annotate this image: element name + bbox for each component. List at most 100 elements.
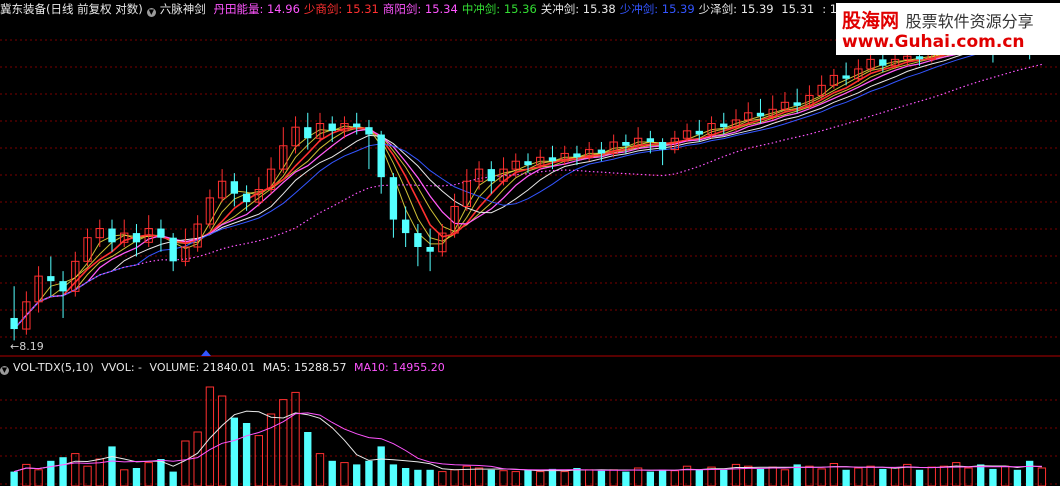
volume-bar xyxy=(169,471,177,486)
volume-indicator-name: VOL-TDX(5,10) xyxy=(13,361,94,374)
volume-bar xyxy=(10,471,18,486)
volume-bar xyxy=(524,469,532,486)
watermark-line1: 股海网 股票软件资源分享 xyxy=(842,6,1034,33)
volume-bar xyxy=(401,468,410,486)
volume-bar xyxy=(780,469,790,486)
volume-bar xyxy=(1037,467,1047,486)
volume-bar xyxy=(695,469,703,486)
candle-body xyxy=(47,276,55,282)
vvol-value: VVOL: - xyxy=(101,361,143,374)
volume-bar xyxy=(768,466,777,486)
volume-value: VOLUME: 21840.01 xyxy=(149,361,256,374)
candle-body xyxy=(573,153,581,158)
candle-body xyxy=(132,233,141,243)
fan-line-4 xyxy=(13,39,1042,330)
candle-body xyxy=(879,59,887,66)
ma-blue-line xyxy=(13,43,1042,330)
volume-bar xyxy=(573,468,581,486)
volume-bar xyxy=(854,467,863,486)
volume-bar xyxy=(658,469,667,486)
volume-bar xyxy=(977,464,985,486)
candle-body xyxy=(59,281,67,292)
volume-ma10-line xyxy=(13,412,1042,473)
volume-bar xyxy=(414,469,422,486)
volume-bar xyxy=(450,469,459,486)
volume-bar xyxy=(230,417,239,486)
volume-bar xyxy=(805,465,814,486)
indicator-menu-icon[interactable]: ▼ xyxy=(146,8,156,17)
volume-ma5-line xyxy=(13,410,1042,473)
candle-body xyxy=(401,219,410,234)
indicator-item-4: 关冲剑: 15.38 xyxy=(540,2,616,16)
volume-bar xyxy=(328,460,336,486)
ma5-value: MA5: 15288.57 xyxy=(262,361,347,374)
indicator-item-7: 15.31 xyxy=(777,2,815,16)
candle-body xyxy=(646,138,655,143)
volume-bar xyxy=(242,423,251,486)
volume-bar xyxy=(548,468,557,486)
candle-body xyxy=(524,161,532,166)
volume-menu-icon[interactable]: ▼ xyxy=(0,366,9,375)
volume-bar xyxy=(915,469,924,486)
volume-bar xyxy=(217,395,227,486)
volume-bar xyxy=(279,399,288,486)
volume-bar xyxy=(108,446,116,486)
volume-bar xyxy=(304,432,312,486)
candle-body xyxy=(389,177,398,220)
candle-body xyxy=(242,193,251,203)
indicator-item-1: 少商剑: 15.31 xyxy=(303,2,379,16)
volume-bar xyxy=(266,413,276,486)
watermark-brand: 股海网 xyxy=(842,10,900,32)
watermark-url: www.Guhai.com.cn xyxy=(842,32,1025,52)
candle-body xyxy=(756,112,765,117)
ma-dotted-line xyxy=(13,63,1043,330)
volume-bar xyxy=(389,464,398,486)
volume-bar xyxy=(744,465,753,486)
volume-bar xyxy=(71,453,80,486)
fan-line-3 xyxy=(13,39,1042,330)
fan-line-0 xyxy=(13,37,1042,330)
volume-bar xyxy=(291,391,300,486)
volume-bar xyxy=(193,431,202,486)
candle-body xyxy=(304,127,312,139)
candle-body xyxy=(548,157,557,162)
candle-body xyxy=(10,317,18,330)
volume-bar xyxy=(59,457,67,486)
volume-bar xyxy=(879,468,887,486)
volume-bar xyxy=(646,471,655,486)
candle-body xyxy=(365,127,373,135)
candle-body xyxy=(426,247,434,252)
price-volume-plot xyxy=(0,25,1060,486)
volume-bar xyxy=(205,386,215,486)
volume-bar xyxy=(817,468,826,486)
volume-bar xyxy=(964,467,973,486)
volume-bar xyxy=(377,446,385,486)
candle-body xyxy=(622,142,630,146)
volume-bar xyxy=(1001,465,1010,486)
volume-bar xyxy=(426,469,434,486)
volume-bar xyxy=(633,467,643,486)
candle-body xyxy=(793,102,801,106)
volume-bar xyxy=(890,467,900,486)
candle-body xyxy=(230,181,239,194)
volume-bar xyxy=(560,471,569,486)
period-marker-icon xyxy=(201,350,211,356)
volume-bar xyxy=(340,462,349,486)
candle-body xyxy=(169,237,177,262)
candle-body xyxy=(915,56,924,60)
candle-body xyxy=(842,75,850,79)
candle-body xyxy=(414,233,422,248)
indicator-values: 丹田能量: 14.96 少商剑: 15.31 商阳剑: 15.34 中冲剑: 15.3… xyxy=(213,2,818,16)
volume-bar xyxy=(144,462,153,486)
candle-body xyxy=(353,123,361,128)
volume-bar xyxy=(474,467,484,486)
volume-bar xyxy=(989,468,997,486)
ma-red-line xyxy=(13,38,1042,330)
candle-body xyxy=(597,149,606,154)
volume-bar xyxy=(438,471,447,486)
candle-body xyxy=(157,228,165,238)
ma-white-line xyxy=(13,40,1042,330)
candle-body xyxy=(658,142,667,150)
volume-bar xyxy=(1013,469,1022,486)
volume-bar xyxy=(866,465,875,486)
